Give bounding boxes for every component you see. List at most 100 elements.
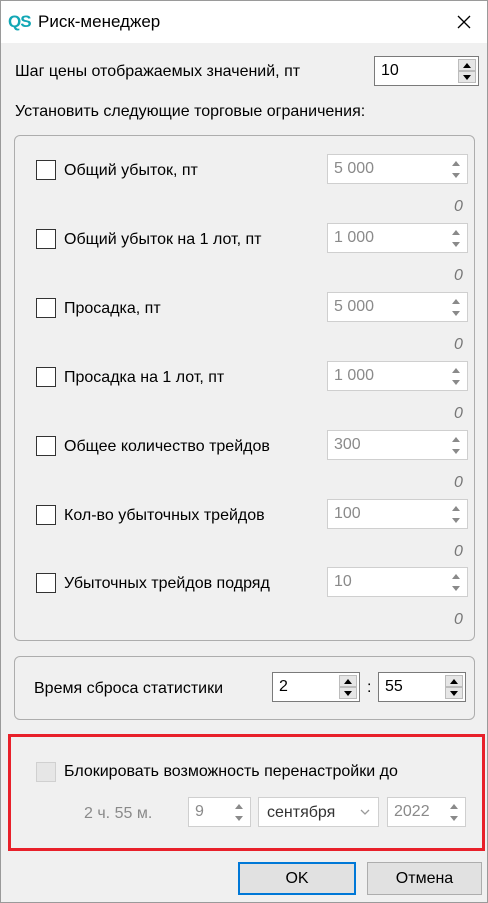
limit-used-value: 0: [454, 474, 463, 491]
limit-checkbox[interactable]: [36, 160, 56, 180]
app-logo-icon: QS: [8, 12, 32, 31]
block-day-value: 9: [195, 803, 204, 820]
spin-up-button[interactable]: [447, 295, 465, 307]
spin-down-button[interactable]: [447, 445, 465, 457]
triangle-up-icon: [450, 678, 458, 684]
limit-spinbox[interactable]: 5 000: [327, 154, 468, 184]
limit-checkbox[interactable]: [36, 367, 56, 387]
spin-up-button[interactable]: [447, 570, 465, 582]
triangle-down-icon: [452, 517, 460, 523]
triangle-up-icon: [452, 160, 460, 166]
block-month-select[interactable]: сентября: [258, 797, 379, 827]
chevron-down-icon: [360, 809, 370, 815]
triangle-down-icon: [452, 379, 460, 385]
spin-arrows: [447, 295, 465, 319]
price-step-spinbox[interactable]: 10: [374, 56, 479, 86]
spin-arrows: [447, 433, 465, 457]
spin-arrows: [447, 502, 465, 526]
limit-checkbox[interactable]: [36, 573, 56, 593]
triangle-down-icon: [450, 815, 458, 821]
spin-down-button[interactable]: [447, 582, 465, 594]
limit-label: Убыточных трейдов подряд: [64, 575, 270, 592]
reset-hours-value: 2: [279, 678, 288, 695]
limit-spinbox[interactable]: 10: [327, 567, 468, 597]
ok-button[interactable]: OK: [238, 862, 356, 895]
limit-value: 1 000: [334, 229, 375, 246]
window-title: Риск-менеджер: [38, 12, 161, 31]
reset-time-label: Время сброса статистики: [34, 680, 224, 697]
spin-down-button[interactable]: [447, 514, 465, 526]
triangle-up-icon: [452, 573, 460, 579]
limit-value: 10: [334, 573, 352, 590]
risk-manager-dialog: QS Риск-менеджер Шаг цены отображаемых з…: [0, 0, 488, 903]
limit-checkbox[interactable]: [36, 298, 56, 318]
limit-checkbox[interactable]: [36, 436, 56, 456]
spin-up-button[interactable]: [447, 433, 465, 445]
limit-value: 100: [334, 505, 361, 522]
close-icon: [457, 15, 471, 29]
triangle-up-icon: [450, 803, 458, 809]
reset-hours-spinbox[interactable]: 2: [272, 672, 360, 702]
spin-up-button[interactable]: [230, 800, 248, 812]
reset-minutes-spinbox[interactable]: 55: [378, 672, 466, 702]
block-month-value: сентября: [267, 804, 336, 821]
spin-arrows: [339, 675, 357, 699]
spin-down-button[interactable]: [445, 812, 463, 824]
spin-down-button[interactable]: [445, 687, 463, 699]
triangle-down-icon: [452, 172, 460, 178]
spin-down-button[interactable]: [447, 169, 465, 181]
spin-down-button[interactable]: [339, 687, 357, 699]
limit-checkbox[interactable]: [36, 505, 56, 525]
spin-down-button[interactable]: [230, 812, 248, 824]
spin-down-button[interactable]: [447, 307, 465, 319]
reset-minutes-value: 55: [385, 678, 403, 695]
block-settings-highlight: [8, 734, 485, 851]
limit-value: 5 000: [334, 298, 375, 315]
limit-value: 1 000: [334, 367, 375, 384]
block-settings-label: Блокировать возможность перенастройки до: [64, 763, 398, 780]
limit-checkbox[interactable]: [36, 229, 56, 249]
triangle-down-icon: [452, 310, 460, 316]
spin-up-button[interactable]: [445, 675, 463, 687]
limit-value: 300: [334, 436, 361, 453]
spin-arrows: [445, 675, 463, 699]
price-step-value: 10: [381, 62, 399, 79]
spin-up-button[interactable]: [445, 800, 463, 812]
limit-spinbox[interactable]: 1 000: [327, 223, 468, 253]
triangle-up-icon: [452, 436, 460, 442]
block-year-spinbox[interactable]: 2022: [387, 797, 466, 827]
limit-used-value: 0: [454, 611, 463, 628]
spin-up-button[interactable]: [447, 502, 465, 514]
triangle-up-icon: [235, 803, 243, 809]
block-settings-checkbox[interactable]: [36, 762, 56, 782]
spin-arrows: [447, 226, 465, 250]
spin-arrows: [447, 364, 465, 388]
triangle-down-icon: [235, 815, 243, 821]
triangle-down-icon: [452, 241, 460, 247]
cancel-button[interactable]: Отмена: [367, 862, 482, 895]
spin-arrows: [230, 800, 248, 824]
spin-up-button[interactable]: [339, 675, 357, 687]
close-button[interactable]: [441, 1, 487, 43]
limit-spinbox[interactable]: 5 000: [327, 292, 468, 322]
spin-up-button[interactable]: [447, 157, 465, 169]
triangle-up-icon: [452, 298, 460, 304]
spin-up-button[interactable]: [447, 226, 465, 238]
triangle-down-icon: [452, 448, 460, 454]
spin-up-button[interactable]: [447, 364, 465, 376]
triangle-down-icon: [463, 74, 471, 80]
limit-value: 5 000: [334, 160, 375, 177]
spin-down-button[interactable]: [447, 376, 465, 388]
limit-spinbox[interactable]: 100: [327, 499, 468, 529]
block-day-spinbox[interactable]: 9: [188, 797, 251, 827]
limit-spinbox[interactable]: 1 000: [327, 361, 468, 391]
limit-used-value: 0: [454, 198, 463, 215]
spin-up-button[interactable]: [458, 59, 476, 71]
limit-spinbox[interactable]: 300: [327, 430, 468, 460]
spin-arrows: [445, 800, 463, 824]
title-bar: QS Риск-менеджер: [1, 1, 487, 43]
spin-down-button[interactable]: [447, 238, 465, 250]
spin-down-button[interactable]: [458, 71, 476, 83]
triangle-up-icon: [463, 62, 471, 68]
triangle-down-icon: [452, 585, 460, 591]
